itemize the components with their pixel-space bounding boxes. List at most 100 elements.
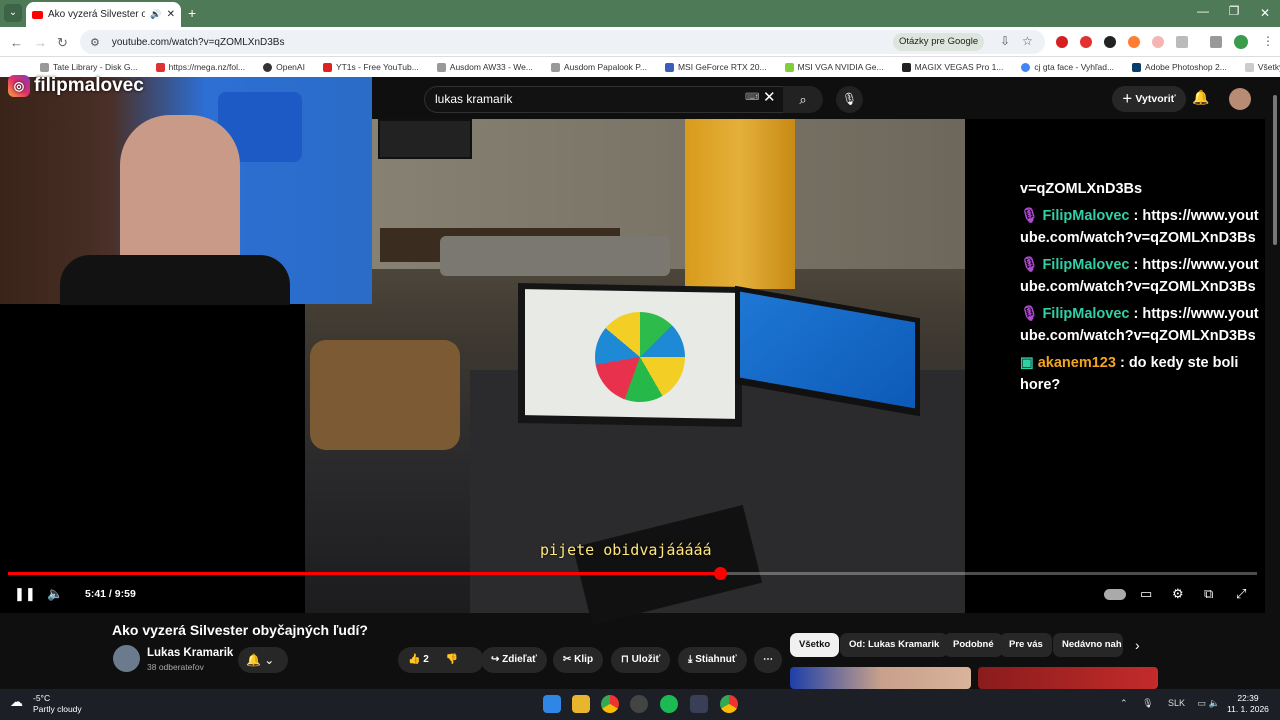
bookmark-item[interactable]: Adobe Photoshop 2... [1132, 62, 1227, 72]
cloud-icon: ☁ [10, 694, 23, 709]
chip-related[interactable]: Podobné [944, 633, 1003, 657]
spotify-icon[interactable] [660, 695, 678, 713]
share-button[interactable]: ↪ Zdieľať [481, 647, 547, 673]
speaker-icon[interactable]: 🔈 [1209, 698, 1220, 708]
extension-icon[interactable] [1104, 36, 1116, 48]
file-explorer-icon[interactable] [572, 695, 590, 713]
account-avatar[interactable] [1229, 88, 1251, 110]
extension-icon[interactable] [1152, 36, 1164, 48]
start-icon[interactable] [543, 695, 561, 713]
page-scrollbar[interactable] [1270, 80, 1280, 689]
network-icon[interactable]: ▭ [1198, 698, 1207, 708]
recommended-thumbnail[interactable] [790, 667, 971, 689]
weather-widget[interactable]: ☁ -5°C Partly cloudy [10, 693, 82, 715]
bookmarks-bar: Tate Library - Disk G... https://mega.nz… [0, 57, 1280, 77]
chip-for-you[interactable]: Pre vás [1000, 633, 1052, 657]
progress-bar[interactable] [8, 567, 1257, 580]
restore-button[interactable]: ❐ [1219, 4, 1249, 18]
bookmark-item[interactable]: https://mega.nz/fol... [155, 62, 245, 72]
bookmark-item[interactable]: OpenAI [263, 62, 305, 72]
search-input[interactable]: lukas kramarik [424, 86, 785, 113]
clip-button[interactable]: ✂ Klip [553, 647, 604, 673]
forward-icon[interactable]: → [34, 35, 47, 50]
language-indicator[interactable]: SLK [1168, 698, 1185, 708]
instagram-name: filipmalovec [34, 75, 144, 96]
instagram-icon: ◎ [8, 75, 30, 97]
taskbar-clock[interactable]: 22:39 11. 1. 2026 [1227, 693, 1269, 715]
new-tab-button[interactable]: + [188, 5, 196, 21]
volume-icon[interactable]: 🔈 [47, 586, 63, 602]
minimize-button[interactable]: — [1188, 4, 1218, 18]
like-count: 2 [423, 654, 429, 665]
install-icon[interactable]: ⇩ [1000, 34, 1010, 48]
bookmark-item[interactable]: Tate Library - Disk G... [40, 62, 138, 72]
menu-kebab-icon[interactable]: ⋮ [1262, 34, 1274, 48]
create-button[interactable]: ＋ Vytvoriť [1112, 86, 1186, 112]
opera-extension-icon[interactable] [1056, 36, 1068, 48]
ask-google-button[interactable]: Otázky pre Google [893, 33, 985, 51]
download-icon: ⤓ [688, 654, 693, 665]
microphone-icon[interactable]: 🎙 [1142, 698, 1153, 708]
recommended-thumbnail[interactable] [978, 667, 1158, 689]
pause-icon[interactable]: ❚❚ [14, 586, 36, 602]
voice-search-button[interactable]: 🎙 [836, 86, 863, 113]
adblock-extension-icon[interactable] [1080, 36, 1092, 48]
channel-avatar[interactable] [113, 645, 140, 672]
bookmark-item[interactable]: Ausdom AW33 - We... [436, 62, 533, 72]
bookmark-item[interactable]: MSI VGA NVIDIA Ge... [784, 62, 884, 72]
bookmark-item[interactable]: MAGIX VEGAS Pro 1... [901, 62, 1003, 72]
extensions-puzzle-icon[interactable] [1176, 36, 1188, 48]
autoplay-toggle[interactable] [1104, 589, 1126, 600]
mic-badge-icon: 🎙 [1020, 256, 1039, 273]
microphone-icon: 🎙 [841, 92, 858, 106]
download-button[interactable]: ⤓ Stiahnuť [678, 647, 747, 673]
more-actions-button[interactable]: ⋯ [754, 647, 782, 673]
bookmark-item[interactable]: MSI GeForce RTX 20... [664, 62, 767, 72]
channel-name[interactable]: Lukas Kramarik [147, 647, 233, 659]
browser-tab[interactable]: Ako vyzerá Silvester obyčajn... 🔊 ✕ [26, 2, 181, 27]
chevron-up-icon[interactable]: ⌃ [1120, 698, 1128, 708]
speaker-icon[interactable]: 🔊 [150, 9, 161, 20]
weather-text: Partly cloudy [33, 704, 82, 714]
chrome-profile-icon[interactable] [720, 695, 738, 713]
obs-icon[interactable] [630, 695, 648, 713]
site-info-icon[interactable]: ⚙ [90, 36, 100, 49]
save-button[interactable]: ⊓ Uložiť [611, 647, 671, 673]
keyboard-icon[interactable]: ⌨ [745, 92, 759, 103]
subtitles-icon[interactable]: ▭ [1140, 586, 1152, 602]
download-label: Stiahnuť [695, 654, 737, 665]
back-icon[interactable]: ← [10, 35, 23, 50]
tab-close-icon[interactable]: ✕ [167, 9, 175, 20]
bookmark-item[interactable]: YT1s - Free YouTub... [322, 62, 419, 72]
all-bookmarks-folder[interactable]: Všetky záložky [1244, 62, 1280, 72]
clear-search-icon[interactable]: ✕ [763, 88, 776, 106]
bookmark-star-icon[interactable]: ☆ [1022, 34, 1033, 48]
create-label: Vytvoriť [1135, 93, 1176, 105]
media-icon[interactable] [1210, 36, 1222, 48]
subscribe-bell-button[interactable]: 🔔 ⌄ [238, 647, 288, 673]
fullscreen-icon[interactable]: ⤢ [1236, 586, 1246, 602]
scrubber-handle[interactable] [713, 567, 727, 580]
bookmark-item[interactable]: Ausdom Papalook P... [550, 62, 647, 72]
tab-search-icon[interactable]: ⌄ [4, 4, 22, 22]
system-tray[interactable]: ⌃ 🎙 SLK ▭ 🔈 [1120, 698, 1220, 709]
miniplayer-icon[interactable]: ⧉ [1204, 586, 1213, 602]
thumbs-up-icon: 👍 [408, 654, 421, 665]
settings-gear-icon[interactable]: ⚙ [1172, 586, 1184, 602]
chip-recently-uploaded[interactable]: Nedávno nah [1053, 633, 1123, 657]
notifications-bell-icon[interactable]: 🔔 [1192, 89, 1209, 106]
chip-all[interactable]: Všetko [790, 633, 840, 657]
like-button[interactable]: 👍 2 👎 [398, 647, 484, 673]
chip-from-channel[interactable]: Od: Lukas Kramarik [840, 633, 949, 657]
profile-icon[interactable] [1234, 35, 1248, 49]
reload-icon[interactable]: ↻ [57, 35, 68, 51]
chevron-right-icon[interactable]: › [1135, 637, 1140, 653]
chrome-icon[interactable] [601, 695, 619, 713]
close-window-button[interactable]: ✕ [1250, 0, 1280, 27]
app-icon[interactable] [690, 695, 708, 713]
bookmark-item[interactable]: cj gta face - Vyhľad... [1021, 62, 1114, 72]
extension-icon[interactable] [1128, 36, 1140, 48]
mic-badge-icon: 🎙 [1020, 207, 1039, 224]
mic-badge-icon: 🎙 [1020, 305, 1039, 322]
search-button[interactable]: ⌕ [783, 86, 823, 113]
